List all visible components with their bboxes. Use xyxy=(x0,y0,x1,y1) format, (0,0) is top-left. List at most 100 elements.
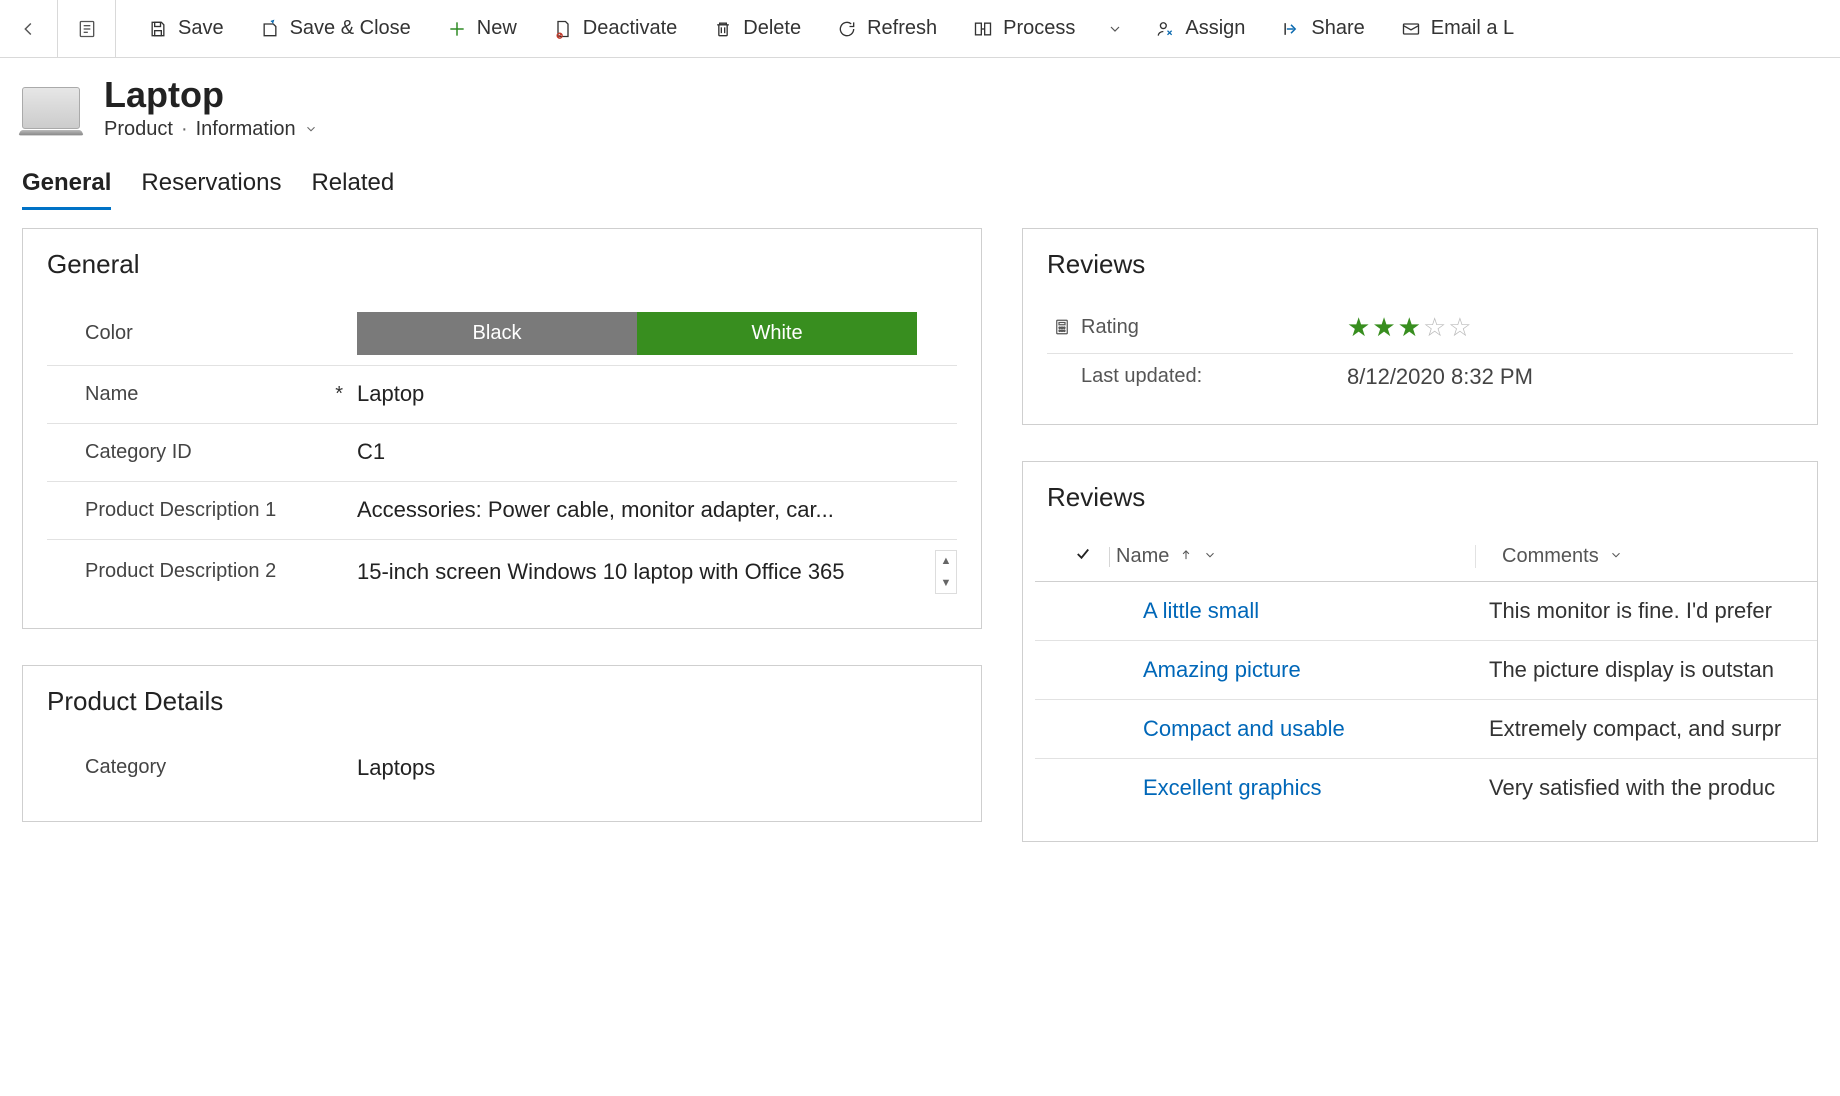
command-bar-left xyxy=(0,0,116,57)
assign-label: Assign xyxy=(1185,17,1245,40)
review-name-link[interactable]: Excellent graphics xyxy=(1103,775,1463,801)
field-name: Name * Laptop xyxy=(47,366,957,424)
star-icon: ★ xyxy=(1347,312,1370,343)
share-label: Share xyxy=(1311,17,1364,40)
review-name-link[interactable]: Amazing picture xyxy=(1103,657,1463,683)
review-name-link[interactable]: A little small xyxy=(1103,598,1463,624)
delete-button[interactable]: Delete xyxy=(699,11,815,46)
record-subtitle: Product · Information xyxy=(104,118,318,141)
reviews-table-header: Name Comments xyxy=(1035,535,1817,582)
arrow-left-icon xyxy=(18,18,40,40)
color-optionset[interactable]: Black White xyxy=(357,312,917,355)
deactivate-label: Deactivate xyxy=(583,17,678,40)
spinner-up-icon[interactable]: ▲ xyxy=(936,551,956,571)
save-icon xyxy=(148,19,168,39)
command-bar: Save Save & Close New Deactivate Delete xyxy=(0,0,1840,58)
assign-button[interactable]: Assign xyxy=(1141,11,1259,46)
desc2-value[interactable]: 15-inch screen Windows 10 laptop with Of… xyxy=(357,559,935,585)
spinner-down-icon[interactable]: ▼ xyxy=(936,573,956,593)
last-updated-value: 8/12/2020 8:32 PM xyxy=(1347,364,1793,390)
review-comment: This monitor is fine. I'd prefer xyxy=(1463,598,1772,624)
field-last-updated: Last updated: 8/12/2020 8:32 PM xyxy=(1047,354,1793,400)
save-close-button[interactable]: Save & Close xyxy=(246,11,425,46)
chevron-down-icon xyxy=(304,122,318,136)
share-button[interactable]: Share xyxy=(1267,11,1378,46)
review-comment: Extremely compact, and surpr xyxy=(1463,716,1781,742)
deactivate-icon xyxy=(553,19,573,39)
table-row[interactable]: Amazing picture The picture display is o… xyxy=(1035,641,1817,700)
field-desc1: Product Description 1 Accessories: Power… xyxy=(47,482,957,540)
process-chevron[interactable] xyxy=(1097,13,1133,45)
entity-name: Product xyxy=(104,118,173,141)
record-image[interactable] xyxy=(22,87,80,129)
star-icon: ★ xyxy=(1372,312,1395,343)
tab-related[interactable]: Related xyxy=(311,169,394,210)
rating-stars: ★ ★ ★ ☆ ☆ xyxy=(1347,312,1472,343)
desc1-value[interactable]: Accessories: Power cable, monitor adapte… xyxy=(357,497,957,523)
name-label-text: Name xyxy=(85,383,138,406)
trash-icon xyxy=(713,19,733,39)
email-link-button[interactable]: Email a L xyxy=(1387,11,1528,46)
tab-reservations[interactable]: Reservations xyxy=(141,169,281,210)
color-value: Black White xyxy=(357,312,957,355)
desc1-label: Product Description 1 xyxy=(47,499,357,522)
notes-button[interactable] xyxy=(58,0,116,57)
new-button[interactable]: New xyxy=(433,11,531,46)
save-button[interactable]: Save xyxy=(134,11,238,46)
star-icon: ☆ xyxy=(1448,312,1471,343)
section-product-details: Product Details Category Laptops xyxy=(22,665,982,822)
chevron-down-icon xyxy=(1105,19,1125,39)
review-comment: Very satisfied with the produc xyxy=(1463,775,1775,801)
category-label: Category xyxy=(47,756,357,779)
table-row[interactable]: Compact and usable Extremely compact, an… xyxy=(1035,700,1817,759)
save-label: Save xyxy=(178,17,224,40)
name-value[interactable]: Laptop xyxy=(357,381,957,407)
refresh-icon xyxy=(837,19,857,39)
color-option-white[interactable]: White xyxy=(637,312,917,355)
section-product-details-title: Product Details xyxy=(47,686,957,717)
back-button[interactable] xyxy=(0,0,58,57)
form-name: Information xyxy=(196,118,296,141)
category-value[interactable]: Laptops xyxy=(357,755,957,781)
calculator-icon xyxy=(1053,318,1071,336)
deactivate-button[interactable]: Deactivate xyxy=(539,11,692,46)
column-comments-label: Comments xyxy=(1502,545,1599,568)
tab-general[interactable]: General xyxy=(22,169,111,210)
name-label: Name * xyxy=(47,383,357,406)
column-select-all[interactable] xyxy=(1063,545,1103,569)
chevron-down-icon[interactable] xyxy=(1609,545,1623,568)
section-general-title: General xyxy=(47,249,957,280)
right-column: Reviews Rating ★ ★ ★ ☆ ☆ xyxy=(1022,228,1818,842)
form-selector[interactable]: Information xyxy=(196,118,318,141)
chevron-down-icon[interactable] xyxy=(1203,545,1217,568)
save-close-icon xyxy=(260,19,280,39)
column-comments[interactable]: Comments xyxy=(1476,545,1623,568)
sort-asc-icon xyxy=(1179,545,1193,568)
check-icon xyxy=(1074,545,1092,569)
column-name-label: Name xyxy=(1116,545,1169,568)
color-option-black[interactable]: Black xyxy=(357,312,637,355)
email-link-label: Email a L xyxy=(1431,17,1514,40)
category-id-value[interactable]: C1 xyxy=(357,439,957,465)
table-row[interactable]: Excellent graphics Very satisfied with t… xyxy=(1035,759,1817,817)
field-desc2: Product Description 2 15-inch screen Win… xyxy=(47,540,957,604)
column-divider xyxy=(1109,547,1110,567)
record-title-block: Laptop Product · Information xyxy=(104,76,318,141)
category-id-label: Category ID xyxy=(47,441,357,464)
field-rating: Rating ★ ★ ★ ☆ ☆ xyxy=(1047,302,1793,354)
share-icon xyxy=(1281,19,1301,39)
desc2-scroll[interactable]: ▲ ▼ xyxy=(935,550,957,594)
new-label: New xyxy=(477,17,517,40)
table-row[interactable]: A little small This monitor is fine. I'd… xyxy=(1035,582,1817,641)
star-icon: ☆ xyxy=(1423,312,1446,343)
section-general: General Color Black White Name * Laptop xyxy=(22,228,982,629)
tab-list: General Reservations Related xyxy=(0,141,1840,210)
column-name[interactable]: Name xyxy=(1116,545,1476,568)
refresh-button[interactable]: Refresh xyxy=(823,11,951,46)
color-label: Color xyxy=(47,322,357,345)
rating-value[interactable]: ★ ★ ★ ☆ ☆ xyxy=(1347,312,1793,343)
review-name-link[interactable]: Compact and usable xyxy=(1103,716,1463,742)
email-icon xyxy=(1401,19,1421,39)
process-button[interactable]: Process xyxy=(959,11,1089,46)
record-title: Laptop xyxy=(104,76,318,114)
